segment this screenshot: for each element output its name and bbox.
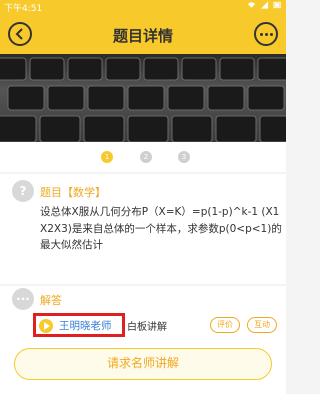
play-icon[interactable]	[39, 319, 53, 333]
battery-icon	[273, 1, 281, 9]
answer-card: ··· 解答 王明晓老师 白板讲解 评价 互动 请求名师讲解	[0, 286, 286, 394]
rate-button[interactable]: 评价	[210, 317, 240, 333]
status-bar: 下午4:51	[0, 0, 286, 14]
status-icons	[247, 1, 282, 9]
request-teacher-button[interactable]: 请求名师讲解	[14, 348, 272, 380]
teacher-video-highlight[interactable]: 王明晓老师	[33, 313, 125, 337]
question-text: 设总体X服从几何分布P（X=K）=p(1-p)^k-1 (X1 X2X3)是来自…	[40, 206, 282, 251]
more-button[interactable]	[254, 22, 278, 46]
whiteboard-label: 白板讲解	[127, 322, 167, 333]
interact-button[interactable]: 互动	[247, 317, 277, 333]
banner-pager: 1 2 3	[0, 142, 286, 172]
teacher-name[interactable]: 王明晓老师	[59, 318, 112, 333]
page-title: 题目详情	[112, 27, 173, 45]
status-time: 下午4:51	[4, 4, 43, 14]
more-icon	[259, 32, 273, 36]
banner-image[interactable]	[0, 54, 286, 142]
question-icon: ?	[12, 180, 34, 202]
pager-dot-1[interactable]: 1	[101, 151, 113, 163]
answer-label: 解答	[40, 294, 62, 307]
question-card: ? 题目【数学】 设总体X服从几何分布P（X=K）=p(1-p)^k-1 (X1…	[0, 174, 286, 284]
pager-dot-2[interactable]: 2	[140, 151, 152, 163]
wifi-icon	[247, 2, 256, 8]
nav-bar: 题目详情	[0, 14, 286, 54]
signal-icon	[260, 1, 269, 9]
pager-dot-3[interactable]: 3	[178, 151, 190, 163]
keyboard-photo	[0, 57, 286, 142]
answer-icon: ···	[12, 288, 34, 310]
question-label: 题目【数学】	[40, 186, 106, 199]
